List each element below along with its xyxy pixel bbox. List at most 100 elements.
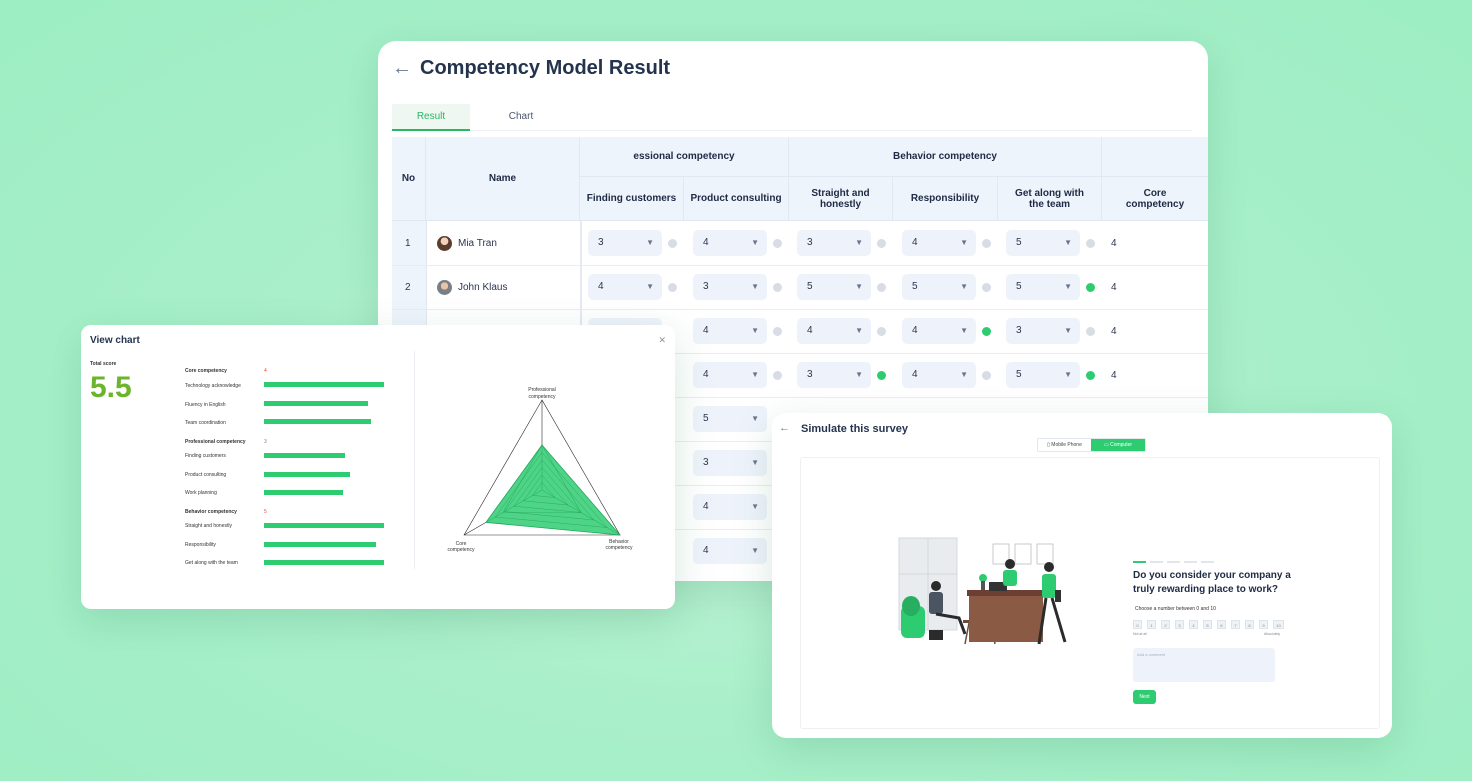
score-select-get-along[interactable]: 3 ▼ xyxy=(1006,318,1080,344)
comment-input[interactable]: Add a comment xyxy=(1133,648,1275,682)
comment-dot-icon[interactable] xyxy=(668,283,677,292)
score-select-consulting[interactable]: 4 ▼ xyxy=(693,362,767,388)
col-header-name: Name xyxy=(426,137,580,221)
score-select-responsibility[interactable]: 4 ▼ xyxy=(902,362,976,388)
score-bar xyxy=(264,419,371,424)
col-header-core: Core competency xyxy=(1102,177,1208,221)
score-select-get-along[interactable]: 5 ▼ xyxy=(1006,362,1080,388)
rating-option[interactable]: 4 xyxy=(1189,620,1198,629)
chevron-down-icon: ▼ xyxy=(855,282,863,291)
member-name[interactable]: John Klaus xyxy=(458,282,507,293)
rating-option[interactable]: 0 xyxy=(1133,620,1142,629)
axis-label-right-2: competency xyxy=(606,545,633,551)
rating-option[interactable]: 5 xyxy=(1203,620,1212,629)
comment-dot-icon[interactable] xyxy=(773,283,782,292)
comment-dot-icon[interactable] xyxy=(877,239,886,248)
chevron-down-icon: ▼ xyxy=(751,414,759,423)
rating-option[interactable]: 1 xyxy=(1147,620,1156,629)
chevron-down-icon: ▼ xyxy=(855,326,863,335)
group-label: Professional competency xyxy=(185,439,246,445)
toggle-mobile[interactable]: ▯ Mobile Phone xyxy=(1038,439,1091,451)
toggle-computer[interactable]: ▭ Computer xyxy=(1091,439,1145,451)
tab-chart[interactable]: Chart xyxy=(482,104,560,129)
back-arrow-icon[interactable]: ← xyxy=(779,422,790,434)
comment-dot-icon[interactable] xyxy=(982,239,991,248)
score-select-finding[interactable]: 3 ▼ xyxy=(588,230,662,256)
comment-dot-icon[interactable] xyxy=(982,283,991,292)
group-label: Behavior competency xyxy=(185,509,237,515)
rating-option[interactable]: 10 xyxy=(1273,620,1284,629)
chevron-down-icon: ▼ xyxy=(751,326,759,335)
score-select-consulting[interactable]: 5 ▼ xyxy=(693,406,767,432)
axis-label-left-2: competency xyxy=(448,547,475,553)
chevron-down-icon: ▼ xyxy=(751,546,759,555)
chevron-down-icon: ▼ xyxy=(751,238,759,247)
rating-option[interactable]: 8 xyxy=(1245,620,1254,629)
score-select-consulting[interactable]: 4 ▼ xyxy=(693,494,767,520)
score-select-responsibility[interactable]: 5 ▼ xyxy=(902,274,976,300)
comment-dot-icon[interactable] xyxy=(982,327,991,336)
tab-bar: Result Chart xyxy=(392,104,1192,131)
view-chart-modal: View chart ✕ Total score 5.5 Core compet… xyxy=(81,325,675,609)
score-select-straight[interactable]: 5 ▼ xyxy=(797,274,871,300)
chevron-down-icon: ▼ xyxy=(1064,326,1072,335)
rating-option[interactable]: 2 xyxy=(1161,620,1170,629)
score-select-responsibility[interactable]: 4 ▼ xyxy=(902,318,976,344)
chevron-down-icon: ▼ xyxy=(751,370,759,379)
rating-option[interactable]: 7 xyxy=(1231,620,1240,629)
col-header-responsibility: Responsibility xyxy=(893,177,998,221)
member-name[interactable]: Mia Tran xyxy=(458,238,497,249)
close-icon[interactable]: ✕ xyxy=(658,335,666,346)
col-header-straight-honestly: Straight and honestly xyxy=(789,177,893,221)
comment-dot-icon[interactable] xyxy=(773,239,782,248)
comment-dot-icon[interactable] xyxy=(877,327,886,336)
score-select-get-along[interactable]: 5 ▼ xyxy=(1006,230,1080,256)
comment-dot-icon[interactable] xyxy=(1086,371,1095,380)
back-arrow-icon[interactable]: ← xyxy=(392,57,412,80)
score-bar xyxy=(264,560,384,565)
comment-dot-icon[interactable] xyxy=(668,239,677,248)
score-select-consulting[interactable]: 4 ▼ xyxy=(693,318,767,344)
score-select-straight[interactable]: 4 ▼ xyxy=(797,318,871,344)
comment-dot-icon[interactable] xyxy=(877,371,886,380)
score-bar xyxy=(264,382,384,387)
item-label: Team coordination xyxy=(185,420,226,426)
score-bar xyxy=(264,523,384,528)
item-label: Work planning xyxy=(185,490,217,496)
scale-high-label: Absolutely xyxy=(1264,632,1281,636)
comment-dot-icon[interactable] xyxy=(1086,327,1095,336)
col-header-finding-customers: Finding customers xyxy=(580,177,684,221)
comment-dot-icon[interactable] xyxy=(773,371,782,380)
next-button[interactable]: Next xyxy=(1133,690,1156,704)
chevron-down-icon: ▼ xyxy=(1064,370,1072,379)
rating-option[interactable]: 9 xyxy=(1259,620,1268,629)
chevron-down-icon: ▼ xyxy=(751,502,759,511)
avatar xyxy=(437,280,452,295)
rating-option[interactable]: 6 xyxy=(1217,620,1226,629)
item-label: Responsibility xyxy=(185,542,216,548)
comment-dot-icon[interactable] xyxy=(877,283,886,292)
score-select-consulting[interactable]: 4 ▼ xyxy=(693,538,767,564)
score-select-responsibility[interactable]: 4 ▼ xyxy=(902,230,976,256)
group-header-behavior: Behavior competency xyxy=(789,137,1102,177)
score-select-straight[interactable]: 3 ▼ xyxy=(797,230,871,256)
core-score: 4 xyxy=(1111,370,1117,381)
score-select-consulting[interactable]: 3 ▼ xyxy=(693,274,767,300)
score-select-straight[interactable]: 3 ▼ xyxy=(797,362,871,388)
comment-dot-icon[interactable] xyxy=(1086,239,1095,248)
score-select-consulting[interactable]: 4 ▼ xyxy=(693,230,767,256)
comment-dot-icon[interactable] xyxy=(982,371,991,380)
score-select-finding[interactable]: 4 ▼ xyxy=(588,274,662,300)
comment-dot-icon[interactable] xyxy=(1086,283,1095,292)
chevron-down-icon: ▼ xyxy=(960,326,968,335)
survey-question: Do you consider your company a truly rew… xyxy=(1133,570,1291,595)
rating-option[interactable]: 3 xyxy=(1175,620,1184,629)
score-select-consulting[interactable]: 3 ▼ xyxy=(693,450,767,476)
item-label: Product consulting xyxy=(185,472,227,478)
comment-dot-icon[interactable] xyxy=(773,327,782,336)
progress-step xyxy=(1133,561,1146,563)
avatar xyxy=(437,236,452,251)
tab-result[interactable]: Result xyxy=(392,104,470,131)
score-select-get-along[interactable]: 5 ▼ xyxy=(1006,274,1080,300)
radar-area xyxy=(485,444,621,536)
